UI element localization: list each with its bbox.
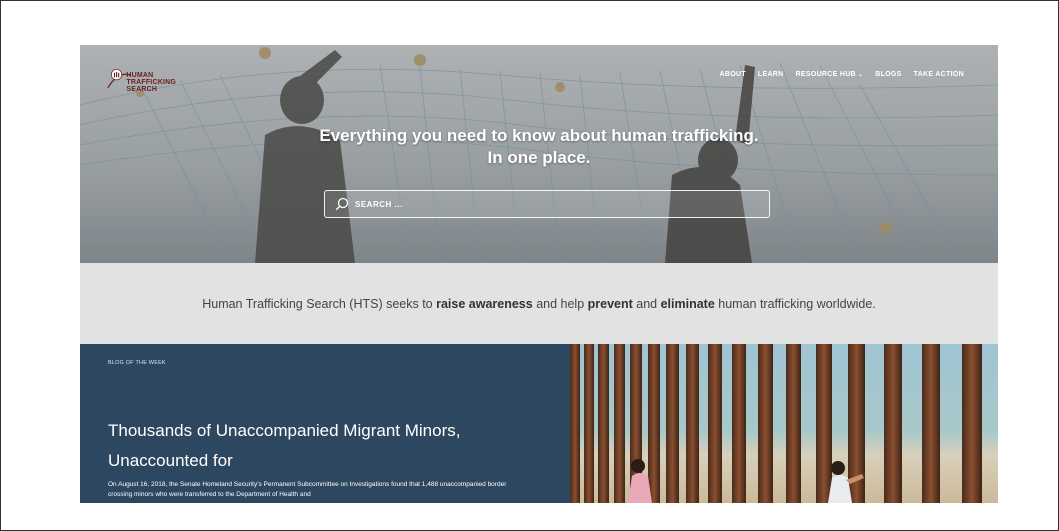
mission-bold-raise-awareness: raise awareness <box>436 296 533 311</box>
blog-excerpt: On August 16, 2018, the Senate Homeland … <box>108 481 507 498</box>
mission-text-3: and <box>632 296 661 311</box>
mission-text-1: Human Trafficking Search (HTS) seeks to <box>202 296 437 311</box>
hero-headline-line2: In one place. <box>487 148 591 167</box>
blog-kicker: BLOG OF THE WEEK <box>108 360 166 366</box>
nav-blogs[interactable]: BLOGS <box>869 71 907 78</box>
nav-take-action[interactable]: TAKE ACTION <box>908 71 970 78</box>
mission-text-4: human trafficking worldwide. <box>714 296 876 311</box>
site-logo[interactable]: HUMAN TRAFFICKING SEARCH <box>106 59 176 99</box>
hero-section: HUMAN TRAFFICKING SEARCH ABOUT LEARN RESOU… <box>80 45 998 263</box>
hero-headline-line1: Everything you need to know about human … <box>319 126 759 145</box>
nav-learn[interactable]: LEARN <box>752 71 790 78</box>
website: HUMAN TRAFFICKING SEARCH ABOUT LEARN RESOU… <box>80 45 998 503</box>
search-box[interactable] <box>324 190 770 218</box>
hero-headline: Everything you need to know about human … <box>80 125 998 169</box>
nav-resource-hub-label: RESOURCE HUB <box>795 71 856 78</box>
search-input[interactable] <box>355 199 755 209</box>
border-fence-photo <box>570 344 998 503</box>
mission-text: Human Trafficking Search (HTS) seeks to … <box>202 297 876 311</box>
mission-statement: Human Trafficking Search (HTS) seeks to … <box>80 263 998 344</box>
mission-text-2: and help <box>532 296 588 311</box>
browser-frame: HUMAN TRAFFICKING SEARCH ABOUT LEARN RESOU… <box>0 0 1059 531</box>
mission-bold-prevent: prevent <box>587 296 633 311</box>
chevron-down-icon: ⌄ <box>857 72 864 78</box>
nav-resource-hub[interactable]: RESOURCE HUB ⌄ <box>790 71 870 78</box>
mission-bold-eliminate: eliminate <box>660 296 715 311</box>
blog-image[interactable] <box>570 344 998 503</box>
search-icon <box>335 197 349 211</box>
blog-of-the-week: BLOG OF THE WEEK Thousands of Unaccompan… <box>80 344 998 503</box>
logo-wordmark: HUMAN TRAFFICKING SEARCH <box>126 71 176 93</box>
nav-about[interactable]: ABOUT <box>714 71 752 78</box>
blog-title[interactable]: Thousands of Unaccompanied Migrant Minor… <box>108 416 528 476</box>
logo-figures-icon <box>107 68 131 89</box>
main-navigation: ABOUT LEARN RESOURCE HUB ⌄ BLOGS TAKE ACT… <box>714 71 970 78</box>
